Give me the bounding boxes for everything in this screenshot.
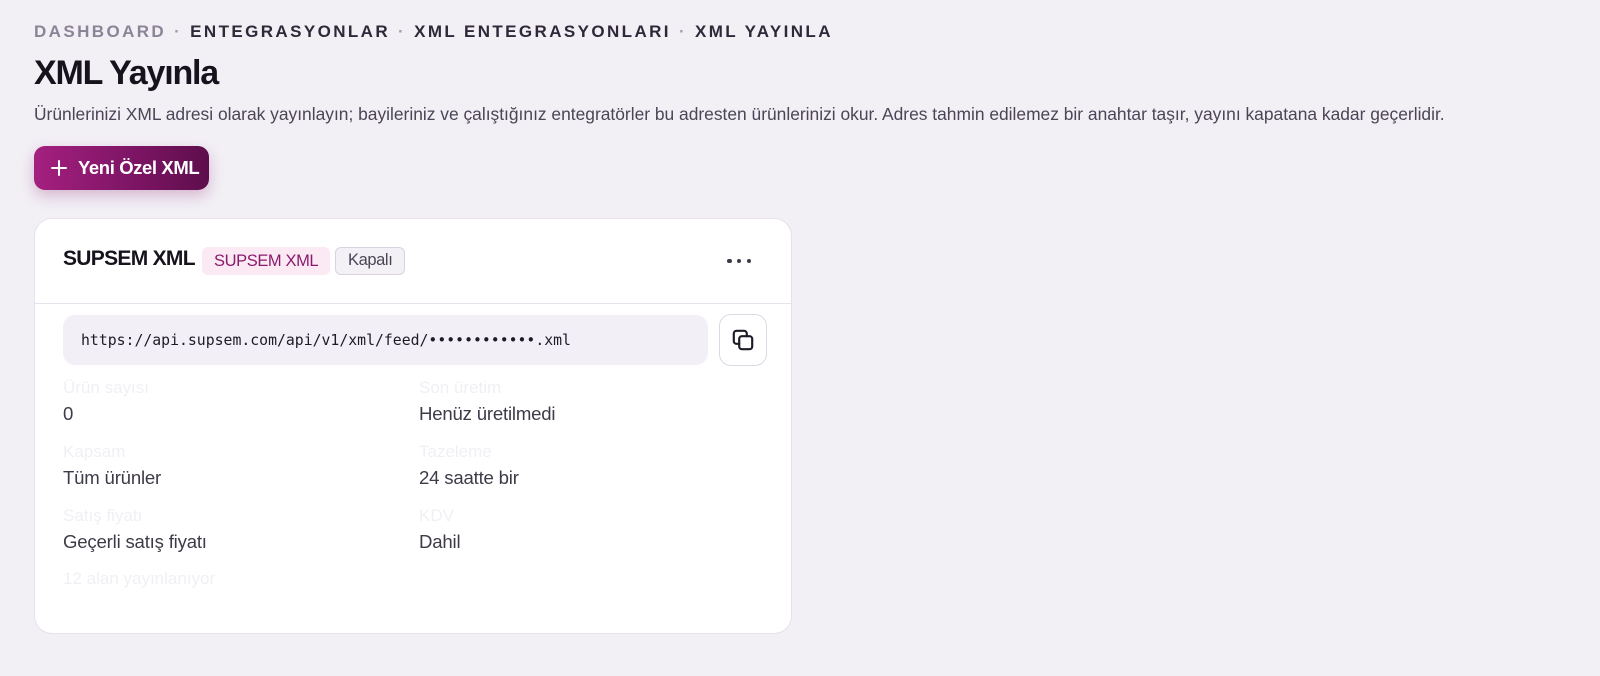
field-refresh: Tazeleme 24 saatte bir [419,440,749,492]
new-custom-xml-button[interactable]: Yeni Özel XML [34,146,209,190]
breadcrumb-dashboard[interactable]: DASHBOARD [34,22,166,42]
plus-icon [50,159,68,177]
status-badge: Kapalı [335,247,406,275]
field-vat: KDV Dahil [419,504,749,556]
field-scope: Kapsam Tüm ürünler [63,440,393,492]
field-label: Son üretim [419,378,502,397]
field-value: 24 saatte bir [419,467,519,488]
field-value: Dahil [419,531,461,552]
field-value: Henüz üretilmedi [419,403,556,424]
new-custom-xml-label: Yeni Özel XML [78,157,200,178]
card-title: SUPSEM XML [63,247,196,270]
field-value: Tüm ürünler [63,467,162,488]
field-label: Ürün sayısı [63,378,149,397]
feed-url-text: https://api.supsem.com/api/v1/xml/feed/•… [81,331,571,349]
page-description: Ürünlerinizi XML adresi olarak yayınlayı… [34,104,1445,124]
breadcrumb-separator: · [174,22,183,41]
copy-icon [732,329,754,351]
field-sale-price: Satış fiyatı Geçerli satış fiyatı [63,504,393,556]
breadcrumb-xml-publish: XML YAYINLA [695,22,833,41]
more-options-icon[interactable] [727,249,751,273]
page-title: XML Yayınla [34,54,219,92]
field-label: Tazeleme [419,442,492,461]
field-label: Satış fiyatı [63,506,143,525]
field-last-generated: Son üretim Henüz üretilmedi [419,376,749,428]
field-label: Kapsam [63,442,126,461]
card-header: SUPSEM XML SUPSEM XML Kapalı [35,219,791,304]
published-fields-note: 12 alan yayınlanıyor [63,569,216,588]
field-label: KDV [419,506,454,525]
feed-url-field[interactable]: https://api.supsem.com/api/v1/xml/feed/•… [63,315,708,365]
breadcrumb-separator: · [398,22,407,41]
more-dot [727,258,732,264]
breadcrumb-separator: · [678,22,687,41]
more-dot [736,258,742,264]
breadcrumb: DASHBOARD · ENTEGRASYONLAR · XML ENTEGRA… [34,22,833,42]
xml-feed-card: SUPSEM XML SUPSEM XML Kapalı https://api… [34,218,792,634]
breadcrumb-integrations[interactable]: ENTEGRASYONLAR [190,22,390,42]
more-dot [746,258,751,264]
breadcrumb-xml-integrations[interactable]: XML ENTEGRASYONLARI [414,22,671,42]
field-value: 0 [63,403,74,424]
field-product-count: Ürün sayısı 0 [63,376,393,428]
feed-name-badge: SUPSEM XML [202,247,331,275]
copy-url-button[interactable] [719,314,767,366]
field-value: Geçerli satış fiyatı [63,531,207,552]
